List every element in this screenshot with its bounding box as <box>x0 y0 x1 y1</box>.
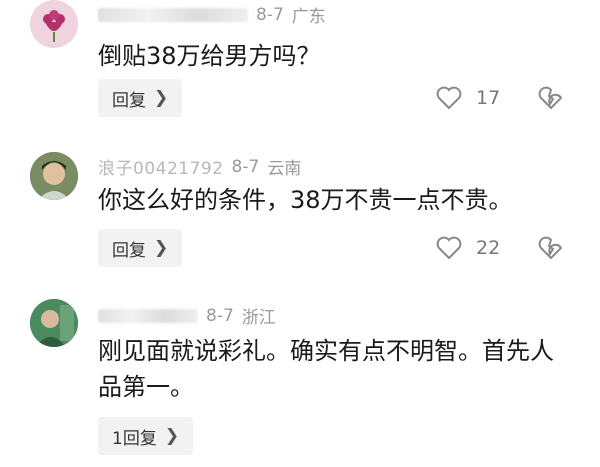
reply-button[interactable]: 1回复 ❯ <box>98 417 194 455</box>
comment-text: 倒贴38万给男方吗？ <box>98 42 321 70</box>
comment-location: 浙江 <box>241 308 276 328</box>
chevron-right-icon: ❯ <box>154 238 169 258</box>
avatar[interactable] <box>30 0 78 48</box>
dislike-button[interactable] <box>538 86 564 114</box>
avatar[interactable] <box>30 152 78 200</box>
like-button[interactable]: 17 <box>436 86 500 110</box>
comment-date: 8-7 <box>231 156 260 177</box>
comment-meta: 8-7 广东 <box>98 2 326 27</box>
username-redacted <box>98 308 198 323</box>
like-count: 22 <box>476 237 501 259</box>
username[interactable]: 浪子00421792 <box>98 154 224 179</box>
comment-date: 8-7 <box>206 305 234 326</box>
comment-text: 刚见面就说彩礼。确实有点不明智。首先人品第一。 <box>98 337 554 401</box>
heart-icon <box>436 86 462 110</box>
chevron-right-icon: ❯ <box>164 426 180 446</box>
dislike-button[interactable] <box>538 236 564 264</box>
username-redacted <box>98 7 248 22</box>
comment-meta: 8-7 浙江 <box>98 303 276 328</box>
comment-date: 8-7 <box>256 4 284 25</box>
flower-avatar-icon <box>30 0 78 48</box>
reply-button[interactable]: 回复 ❯ <box>98 229 183 267</box>
comment-text: 你这么好的条件，38万不贵一点不贵。 <box>98 186 513 214</box>
reply-button[interactable]: 回复 ❯ <box>98 79 183 117</box>
comment-location: 广东 <box>291 7 326 27</box>
comment-location: 云南 <box>267 159 302 179</box>
chevron-right-icon: ❯ <box>154 88 169 108</box>
person-avatar-icon <box>30 299 78 347</box>
broken-heart-icon <box>538 236 563 260</box>
comment-meta: 浪子00421792 8-7 云南 <box>98 154 302 180</box>
reply-label: 1回复 <box>112 428 157 449</box>
like-button[interactable]: 22 <box>436 236 500 260</box>
heart-icon <box>436 236 462 260</box>
reply-label: 回复 <box>112 90 146 111</box>
avatar[interactable] <box>30 299 78 347</box>
broken-heart-icon <box>538 86 563 110</box>
like-count: 17 <box>476 87 501 109</box>
reply-label: 回复 <box>112 240 146 261</box>
person-avatar-icon <box>30 152 78 200</box>
